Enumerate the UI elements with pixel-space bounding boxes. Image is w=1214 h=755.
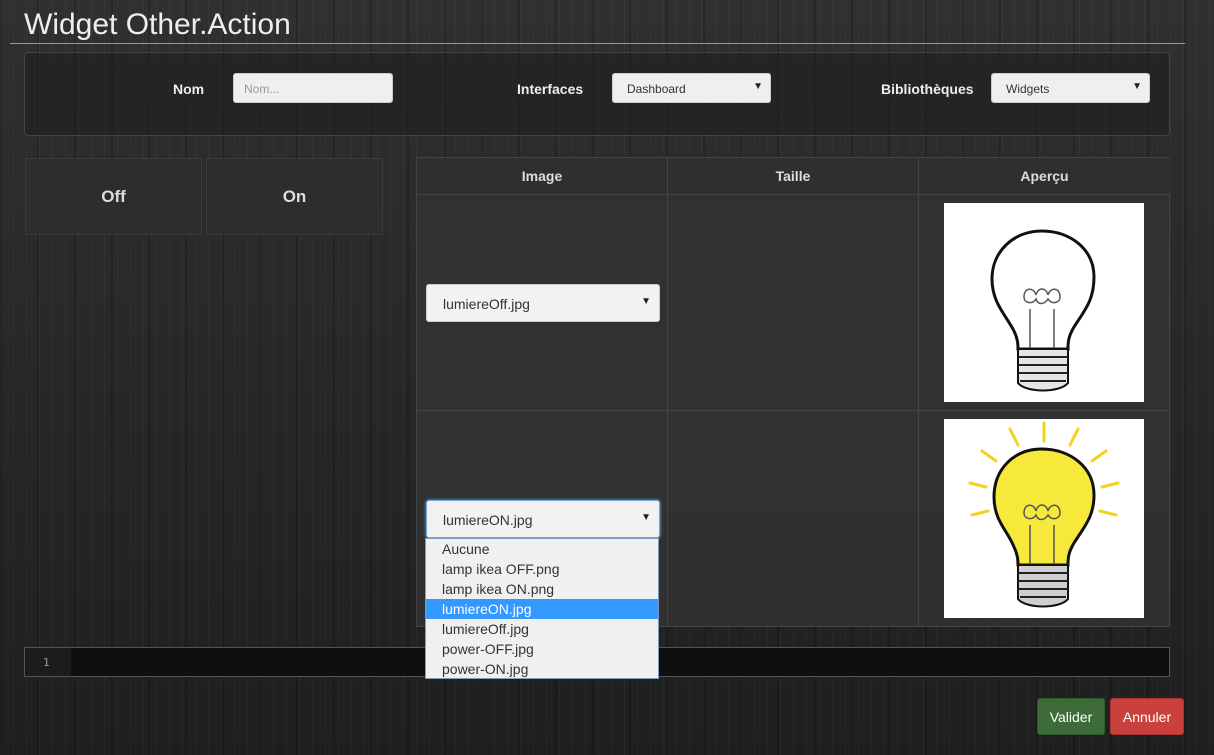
dropdown-option-selected[interactable]: lumiereON.jpg bbox=[426, 599, 658, 619]
dropdown-option[interactable]: lamp ikea ON.png bbox=[426, 579, 658, 599]
filter-panel: Nom Nom... Interfaces Dashboard ▼ Biblio… bbox=[24, 52, 1170, 136]
interfaces-select-value: Dashboard bbox=[627, 82, 686, 96]
image-select-off[interactable]: lumiereOff.jpg ▼ bbox=[426, 284, 660, 322]
libraries-label: Bibliothèques bbox=[881, 81, 974, 97]
dropdown-option[interactable]: lamp ikea OFF.png bbox=[426, 559, 658, 579]
lightbulb-off-icon bbox=[944, 203, 1144, 402]
dropdown-option[interactable]: power-ON.jpg bbox=[426, 659, 658, 679]
column-header-size: Taille bbox=[668, 158, 919, 195]
table-row-size-cell bbox=[668, 195, 919, 411]
state-tab-on[interactable]: On bbox=[206, 158, 383, 235]
line-number: 1 bbox=[25, 648, 71, 676]
dropdown-option[interactable]: Aucune bbox=[426, 539, 658, 559]
image-select-value: lumiereOff.jpg bbox=[443, 296, 530, 312]
page-title: Widget Other.Action bbox=[24, 8, 291, 41]
image-select-on[interactable]: lumiereON.jpg ▼ bbox=[426, 500, 660, 538]
libraries-select[interactable]: Widgets ▼ bbox=[991, 73, 1150, 103]
lightbulb-on-icon bbox=[944, 419, 1144, 618]
cancel-button[interactable]: Annuler bbox=[1110, 698, 1184, 735]
name-input[interactable]: Nom... bbox=[233, 73, 393, 103]
column-header-preview: Aperçu bbox=[919, 158, 1170, 195]
image-dropdown-list[interactable]: Aucune lamp ikea OFF.png lamp ikea ON.pn… bbox=[425, 538, 659, 679]
title-divider bbox=[10, 43, 1185, 44]
column-header-image: Image bbox=[417, 158, 668, 195]
caret-down-icon: ▼ bbox=[753, 81, 763, 92]
table-row-image-cell: lumiereOff.jpg ▼ bbox=[417, 195, 668, 411]
dropdown-option[interactable]: power-OFF.jpg bbox=[426, 639, 658, 659]
caret-down-icon: ▼ bbox=[1132, 81, 1142, 92]
dropdown-option[interactable]: lumiereOff.jpg bbox=[426, 619, 658, 639]
caret-down-icon: ▼ bbox=[641, 296, 651, 307]
table-row-preview-cell bbox=[919, 195, 1170, 411]
name-label: Nom bbox=[173, 81, 205, 97]
validate-button[interactable]: Valider bbox=[1037, 698, 1105, 735]
table-row-size-cell bbox=[668, 411, 919, 627]
image-select-value: lumiereON.jpg bbox=[443, 512, 533, 528]
state-tab-off[interactable]: Off bbox=[25, 158, 202, 235]
interfaces-select[interactable]: Dashboard ▼ bbox=[612, 73, 771, 103]
libraries-select-value: Widgets bbox=[1006, 82, 1050, 96]
caret-down-icon: ▼ bbox=[641, 512, 651, 523]
table-row-preview-cell bbox=[919, 411, 1170, 627]
interfaces-label: Interfaces bbox=[517, 81, 584, 97]
